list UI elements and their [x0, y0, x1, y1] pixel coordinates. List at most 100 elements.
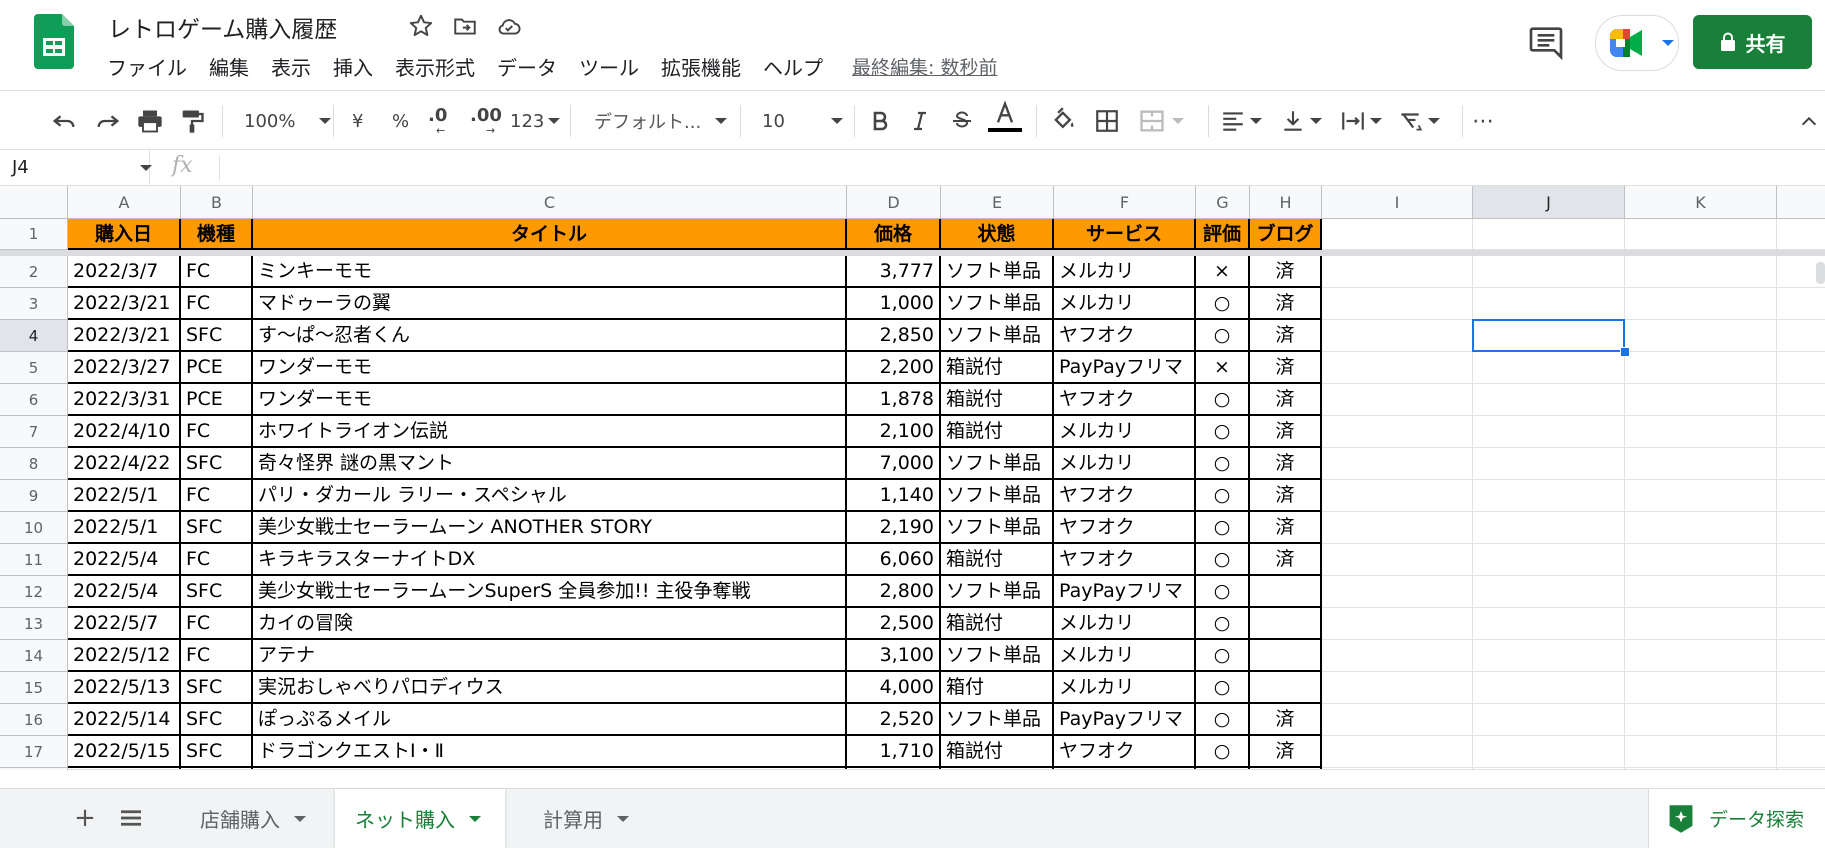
cell[interactable]: ヤフオク: [1054, 736, 1196, 768]
row-header[interactable]: 2: [0, 256, 68, 288]
tab-dropdown-icon[interactable]: [294, 815, 306, 822]
header-cell[interactable]: 価格: [847, 219, 941, 250]
menu-data[interactable]: データ: [486, 53, 568, 83]
cell[interactable]: [1777, 416, 1825, 448]
cell[interactable]: SFC: [181, 576, 253, 608]
cell[interactable]: ホワイトライオン伝説: [253, 416, 847, 448]
row-header[interactable]: 5: [0, 352, 68, 384]
menu-tools[interactable]: ツール: [568, 53, 650, 83]
strikethrough-button[interactable]: [950, 104, 974, 138]
cell[interactable]: 2,190: [847, 512, 941, 544]
cell[interactable]: ×: [1196, 256, 1250, 288]
cell[interactable]: 2022/5/13: [68, 672, 181, 704]
cell[interactable]: [1473, 576, 1625, 608]
cell[interactable]: ○: [1196, 512, 1250, 544]
header-cell[interactable]: [1473, 219, 1625, 250]
cell[interactable]: [1777, 320, 1825, 352]
header-cell[interactable]: 状態: [941, 219, 1054, 250]
cell[interactable]: 済: [1250, 448, 1322, 480]
cell[interactable]: ソフト単品: [941, 448, 1054, 480]
cell[interactable]: 1,710: [847, 736, 941, 768]
cell[interactable]: SFC: [181, 512, 253, 544]
row-header[interactable]: 13: [0, 608, 68, 640]
cell[interactable]: ミンキーモモ: [253, 256, 847, 288]
cell[interactable]: メルカリ: [1054, 448, 1196, 480]
cell[interactable]: [1625, 672, 1777, 704]
font-size-select[interactable]: 10: [762, 104, 843, 138]
menu-help[interactable]: ヘルプ: [752, 53, 834, 83]
cell[interactable]: ヤフオク: [1054, 512, 1196, 544]
row-header[interactable]: 16: [0, 704, 68, 736]
column-header-h[interactable]: H: [1250, 186, 1322, 219]
cell[interactable]: パリ・ダカール ラリー・スペシャル: [253, 480, 847, 512]
cell[interactable]: メルカリ: [1054, 672, 1196, 704]
cell[interactable]: [1473, 704, 1625, 736]
currency-format-button[interactable]: ¥: [352, 104, 363, 138]
row-header[interactable]: 3: [0, 288, 68, 320]
cell[interactable]: [1473, 544, 1625, 576]
cell[interactable]: ワンダーモモ: [253, 352, 847, 384]
cell[interactable]: ○: [1196, 672, 1250, 704]
cell[interactable]: ○: [1196, 608, 1250, 640]
cell[interactable]: [1250, 576, 1322, 608]
cell[interactable]: 2,800: [847, 576, 941, 608]
cell[interactable]: [1322, 288, 1473, 320]
font-family-select[interactable]: デフォルト...: [594, 104, 728, 138]
header-cell[interactable]: 購入日: [68, 219, 181, 250]
print-button[interactable]: [136, 104, 164, 138]
cell[interactable]: 2022/4/10: [68, 416, 181, 448]
cell[interactable]: ○: [1196, 448, 1250, 480]
cell[interactable]: 箱説付: [941, 736, 1054, 768]
menu-view[interactable]: 表示: [260, 53, 322, 83]
cell[interactable]: [1322, 512, 1473, 544]
cell[interactable]: ワンダーモモ: [253, 384, 847, 416]
cell[interactable]: ヤフオク: [1054, 544, 1196, 576]
cell[interactable]: 2022/5/14: [68, 704, 181, 736]
cell[interactable]: 箱説付: [941, 544, 1054, 576]
cell[interactable]: マドゥーラの翼: [253, 288, 847, 320]
row-header[interactable]: 4: [0, 320, 68, 352]
menu-edit[interactable]: 編集: [198, 53, 260, 83]
meet-button[interactable]: [1595, 15, 1679, 71]
cell[interactable]: [1625, 480, 1777, 512]
cell[interactable]: [1473, 256, 1625, 288]
column-header-partial[interactable]: [1777, 186, 1825, 219]
cell[interactable]: 箱説付: [941, 352, 1054, 384]
cell[interactable]: 箱付: [941, 672, 1054, 704]
header-cell[interactable]: サービス: [1054, 219, 1196, 250]
cell[interactable]: [1625, 448, 1777, 480]
cell[interactable]: FC: [181, 608, 253, 640]
cell[interactable]: 2,520: [847, 704, 941, 736]
cell[interactable]: 済: [1250, 704, 1322, 736]
cell[interactable]: ヤフオク: [1054, 320, 1196, 352]
cell[interactable]: アテナ: [253, 640, 847, 672]
cell[interactable]: ○: [1196, 640, 1250, 672]
cell[interactable]: 済: [1250, 352, 1322, 384]
cell[interactable]: 美少女戦士セーラームーン ANOTHER STORY: [253, 512, 847, 544]
cell[interactable]: FC: [181, 288, 253, 320]
cell[interactable]: 済: [1250, 512, 1322, 544]
undo-button[interactable]: [50, 104, 78, 138]
move-to-folder-icon[interactable]: [452, 13, 478, 39]
sheet-tab-online[interactable]: ネット購入: [335, 789, 505, 848]
cell[interactable]: ○: [1196, 416, 1250, 448]
menu-file[interactable]: ファイル: [106, 53, 198, 83]
header-cell[interactable]: [1322, 219, 1473, 250]
cell[interactable]: [1473, 608, 1625, 640]
cell[interactable]: ぽっぷるメイル: [253, 704, 847, 736]
cell[interactable]: 7,000: [847, 448, 941, 480]
comment-history-button[interactable]: [1526, 22, 1566, 62]
cell[interactable]: [1250, 640, 1322, 672]
cell[interactable]: [1322, 704, 1473, 736]
cell[interactable]: 箱説付: [941, 608, 1054, 640]
cell[interactable]: [1250, 608, 1322, 640]
cell[interactable]: ソフト単品: [941, 640, 1054, 672]
vertical-scrollbar[interactable]: [1816, 262, 1825, 284]
cell[interactable]: ヤフオク: [1054, 480, 1196, 512]
cell[interactable]: メルカリ: [1054, 640, 1196, 672]
all-sheets-button[interactable]: [116, 803, 146, 833]
cell[interactable]: 6,060: [847, 544, 941, 576]
horizontal-align-button[interactable]: [1220, 104, 1262, 138]
text-rotation-button[interactable]: [1396, 104, 1440, 138]
fill-handle[interactable]: [1620, 347, 1630, 357]
